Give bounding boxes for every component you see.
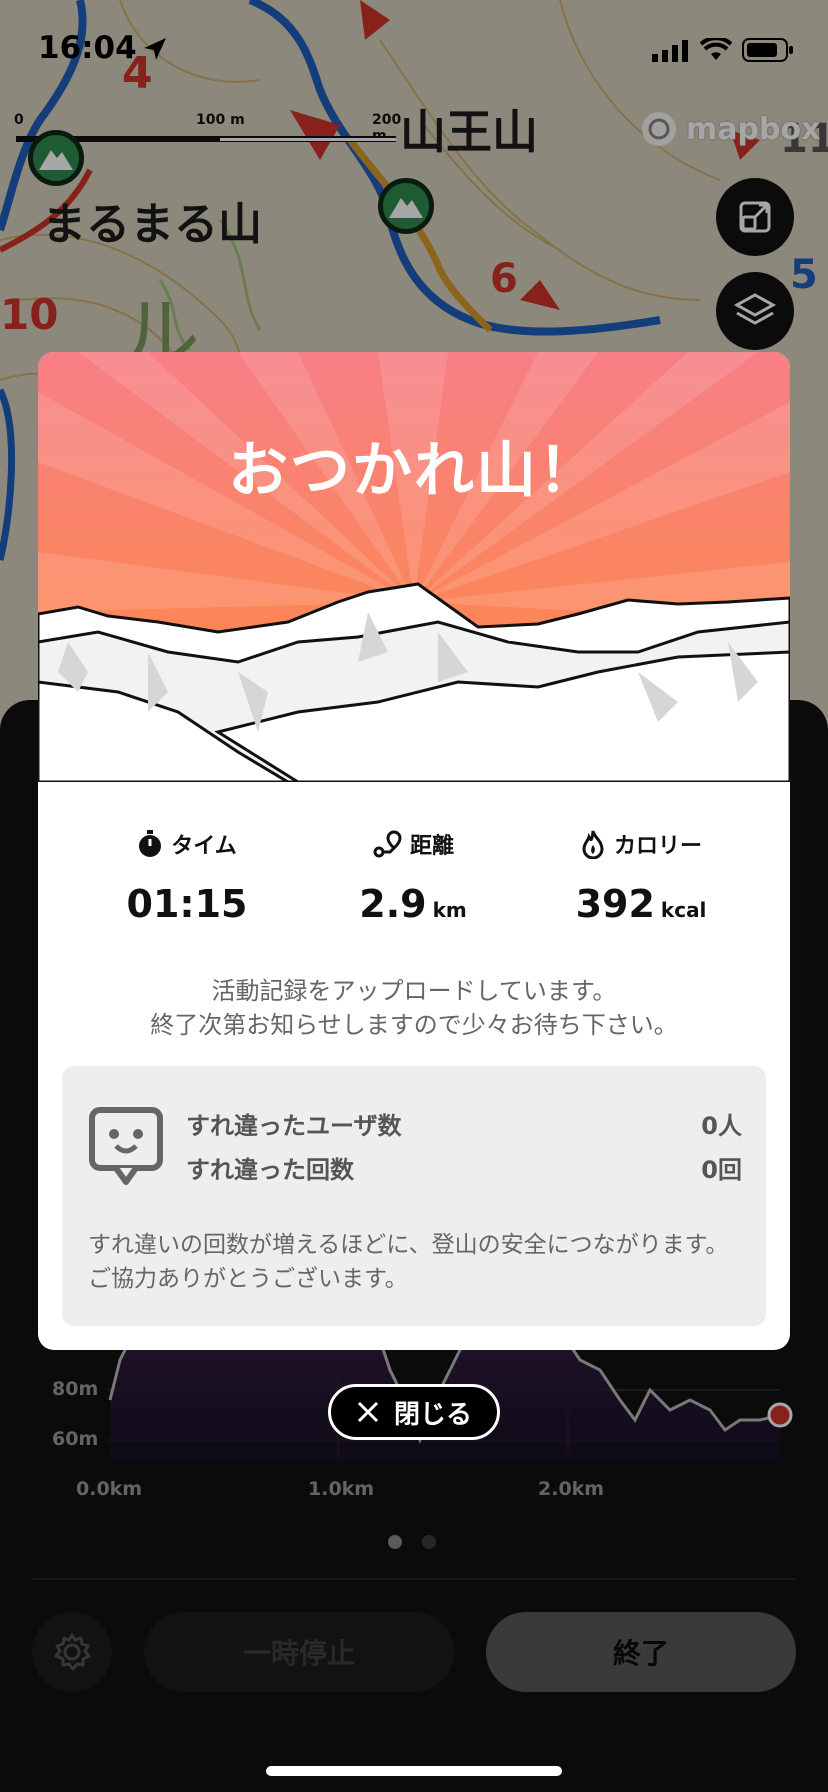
passing-users-label: すれ違ったユーザ数 — [186, 1112, 402, 1140]
stat-distance-unit: km — [432, 898, 467, 922]
stat-distance-value: 2.9 — [359, 882, 427, 926]
passing-users-row: すれ違ったユーザ数 0人 — [186, 1106, 742, 1141]
stopwatch-icon — [139, 830, 162, 857]
home-indicator[interactable] — [266, 1766, 562, 1776]
screen: 16:04 0 100 m 200 まるまる山 山王山 4 6 10 11 5 … — [0, 0, 828, 1792]
close-button-label: 閉じる — [393, 1399, 472, 1430]
stat-time-label: タイム — [171, 834, 237, 859]
completion-modal: おつかれ山！ タイム 01:15 距離 2.9 km カロリー 392 kcal… — [38, 352, 790, 1350]
modal-title: おつかれ山！ — [228, 436, 600, 506]
passing-count-row: すれ違った回数 0回 — [186, 1150, 742, 1185]
route-pin-icon — [373, 830, 402, 858]
upload-message: 活動記録をアップロードしています。 終了次第お知らせしますので少々お待ち下さい。 — [38, 974, 790, 1042]
stat-distance-label: 距離 — [409, 834, 454, 859]
stat-calories-value: 392 — [575, 882, 655, 926]
stat-calories: カロリー 392 kcal — [516, 828, 766, 926]
stat-calories-label: カロリー — [613, 834, 702, 859]
close-button[interactable]: 閉じる — [328, 1384, 500, 1440]
passing-count-label: すれ違った回数 — [186, 1156, 354, 1184]
modal-hero: おつかれ山！ — [38, 352, 790, 782]
flame-icon — [582, 830, 604, 859]
passing-note: すれ違いの回数が増えるほどに、登山の安全につながります。ご協力ありがとうございま… — [88, 1232, 729, 1292]
stat-distance: 距離 2.9 km — [288, 828, 538, 926]
passing-face-icon — [89, 1107, 163, 1185]
stat-calories-unit: kcal — [660, 898, 707, 922]
close-icon — [357, 1401, 379, 1423]
passing-info-box: すれ違ったユーザ数 0人 すれ違った回数 0回 すれ違いの回数が増えるほどに、登… — [62, 1066, 766, 1326]
upload-message-line2: 終了次第お知らせしますので少々お待ち下さい。 — [150, 1011, 678, 1039]
stat-time: タイム 01:15 — [62, 828, 312, 926]
passing-users-value: 0人 — [701, 1112, 742, 1140]
upload-message-line1: 活動記録をアップロードしています。 — [211, 977, 617, 1005]
mountain-illustration — [38, 352, 790, 782]
passing-count-value: 0回 — [701, 1156, 742, 1184]
stat-time-value: 01:15 — [126, 882, 248, 926]
